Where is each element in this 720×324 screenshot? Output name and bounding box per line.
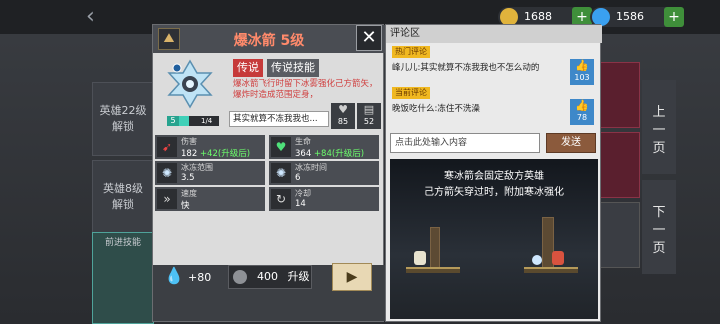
stat-damage: ➹ 伤害 182 +42(升级后) — [155, 135, 265, 159]
gold-value: 1688 — [524, 10, 552, 23]
send-button[interactable]: 发送 — [546, 133, 596, 153]
cooldown-icon: ↻ — [271, 189, 291, 209]
speed-icon: » — [157, 189, 177, 209]
ice-burst — [532, 255, 542, 265]
upgrade-label: 升级 — [287, 270, 310, 283]
skill-title: 爆冰箭 5级 — [233, 33, 305, 49]
skill-level-bar: 5 1/4 — [167, 116, 219, 126]
stat-freeze-time: ✺ 冰冻时间 6 — [269, 161, 379, 185]
left-platform — [406, 267, 460, 273]
comment-button[interactable]: ▤ 52 — [357, 103, 381, 129]
gem-reward: +80 — [188, 271, 212, 284]
scene-caption-1: 寒冰箭会固定敌方英雄 — [444, 171, 544, 182]
damage-icon: ➹ — [157, 137, 177, 157]
stat-health: ♥ 生命 364 +84(升级后) — [269, 135, 379, 159]
level-progress-label: 1/4 — [201, 117, 213, 125]
gem-counter: 1586 + — [590, 7, 684, 27]
dialog-header: ⛰ 爆冰箭 5级 — [153, 25, 385, 53]
hot-comment-tag: 热门评论 — [392, 46, 430, 58]
current-comment-text: 晚饭吃什么:冻住不洗澡 — [392, 104, 480, 114]
close-icon: ✕ — [361, 27, 377, 48]
thumbs-up-icon: 👍 — [575, 59, 589, 72]
pillar — [430, 227, 440, 269]
skill-preview-scene: 寒冰箭会固定敌方英雄 己方箭矢穿过时，附加寒冰强化 — [390, 159, 598, 319]
skill-card-forward[interactable]: 前进技能 — [92, 232, 154, 324]
locked-slot-8[interactable]: 英雄8级 解锁 — [92, 160, 154, 234]
skill-card[interactable] — [600, 132, 640, 198]
like-count: 85 — [337, 117, 349, 126]
left-column: 英雄22级 解锁 英雄8级 解锁 前进技能 — [92, 82, 154, 324]
stat-cooldown: ↻ 冷却 14 — [269, 187, 379, 211]
right-card-column — [600, 34, 640, 324]
upgrade-cost: 400 — [257, 270, 278, 283]
comment-panel-title: 评论区 — [386, 25, 602, 43]
comment-panel: 评论区 热门评论 峰儿儿:其实就算不冻我我也不怎么动的 👍 103 当前评论 晚… — [385, 24, 602, 322]
level-progress-fill — [179, 116, 189, 126]
comment-input[interactable]: 点击此处输入内容 — [390, 133, 540, 153]
close-button[interactable]: ✕ — [356, 25, 382, 51]
skill-card[interactable] — [600, 202, 640, 268]
like-button[interactable]: ♥ 85 — [331, 103, 355, 129]
hot-comment-like-button[interactable]: 👍 103 — [570, 59, 594, 85]
film-icon: ▶ — [346, 269, 358, 285]
chat-icon: ▤ — [363, 103, 375, 116]
stat-freeze-range: ✺ 冰冻范围 3.5 — [155, 161, 265, 185]
level-progress: 1/4 — [179, 116, 219, 126]
ally-hero — [414, 251, 426, 265]
gem-value: 1586 — [616, 10, 644, 23]
back-arrow-icon[interactable]: ‹ — [86, 6, 102, 28]
current-comment-like-button[interactable]: 👍 78 — [570, 99, 594, 125]
add-gem-button[interactable]: + — [664, 7, 684, 27]
skill-card[interactable] — [600, 62, 640, 128]
right-platform — [524, 267, 578, 273]
next-page-button[interactable]: 下 一 页 — [642, 180, 676, 274]
enemy-hero — [552, 251, 564, 265]
heart-icon: ♥ — [338, 103, 348, 116]
comment-count: 52 — [363, 117, 375, 126]
stats-grid: ➹ 伤害 182 +42(升级后) ♥ 生命 364 +84(升级后) ✺ 冰冻… — [155, 135, 381, 233]
stat-speed: » 速度 快 — [155, 187, 265, 211]
thumbs-up-icon: 👍 — [575, 99, 589, 112]
scene-caption-2: 己方箭矢穿过时，附加寒冰强化 — [424, 187, 564, 198]
skill-type-tag: 传说技能 — [267, 59, 319, 77]
video-play-button[interactable]: ▶ — [332, 263, 372, 291]
heart-icon: ♥ — [271, 137, 291, 157]
hot-comment-text: 峰儿儿:其实就算不冻我我也不怎么动的 — [392, 63, 540, 73]
skill-description: 爆冰箭飞行时留下冰雾强化己方箭矢，爆炸时造成范围定身， — [233, 79, 378, 100]
freeze-time-icon: ✺ — [271, 163, 291, 183]
rarity-tag: 传说 — [233, 59, 263, 77]
comment-preview[interactable]: 其实就算不冻我我也... — [229, 111, 329, 127]
prev-page-button[interactable]: 上 一 页 — [642, 80, 676, 174]
upgrade-button[interactable]: 400 升级 — [228, 265, 312, 289]
skill-level: 5 — [167, 116, 179, 126]
freeze-range-icon: ✺ — [157, 163, 177, 183]
current-comment-tag: 当前评论 — [392, 87, 430, 99]
locked-slot-22[interactable]: 英雄22级 解锁 — [92, 82, 154, 156]
ice-arrow-skill-icon — [167, 59, 213, 109]
water-drop-icon: 💧 — [164, 266, 184, 285]
silver-coin-icon — [233, 270, 247, 284]
